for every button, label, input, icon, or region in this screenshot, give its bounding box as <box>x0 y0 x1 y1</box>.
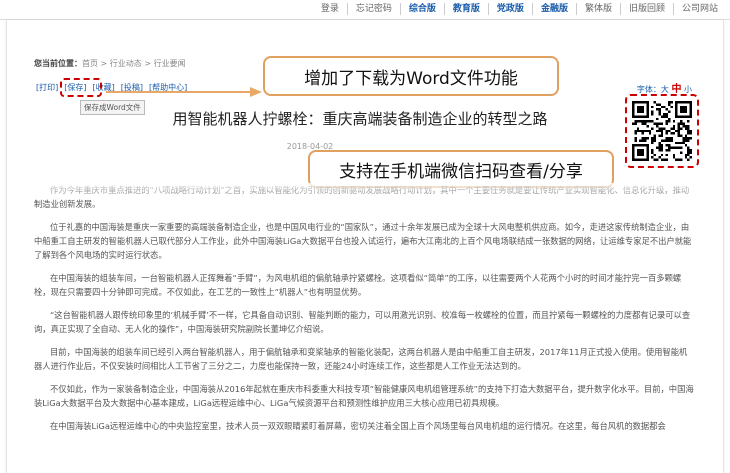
article-date: 2018-04-02 <box>286 142 334 151</box>
article-body: 作为今年重庆市重点推进的“八项战略行动计划”之首，实施以智能化为引领的创新驱动发… <box>34 183 694 442</box>
article-paragraph: 不仅如此，作为一家装备制造企业，中国海装从2016年起就在重庆市科委重大科技专项… <box>34 384 694 408</box>
callout-arrow-icon <box>106 87 262 97</box>
breadcrumb-path[interactable]: 首页 > 行业动态 > 行业要闻 <box>82 59 186 68</box>
top-nav-item[interactable]: 旧版回顾 <box>619 3 673 15</box>
breadcrumb-label: 您当前位置： <box>34 59 82 68</box>
article-paragraph: 在中国海装的组装车间，一台智能机器人正挥舞着“手臂”，为风电机组的偏航轴承拧紧螺… <box>34 273 682 297</box>
top-nav-item[interactable]: 党政版 <box>487 3 532 15</box>
top-navigation-bar: 登录 忘记密码 综合版 教育版 党政版 金融版 繁体版 旧版回顾 公司网站 <box>0 0 730 20</box>
top-nav-item[interactable]: 教育版 <box>443 3 488 15</box>
save-highlight-box <box>60 78 102 97</box>
article-title: 用智能机器人拧螺栓：重庆高端装备制造企业的转型之路 <box>172 110 548 128</box>
top-nav-item[interactable]: 公司网站 <box>672 3 726 15</box>
top-nav-links: 登录 忘记密码 综合版 教育版 党政版 金融版 繁体版 旧版回顾 公司网站 <box>313 3 726 15</box>
top-nav-item[interactable]: 金融版 <box>531 3 576 15</box>
article-paragraph: 目前，中国海装的组装车间已经引入两台智能机器人，用于偏航轴承和变桨轴承的智能化装… <box>34 347 688 371</box>
font-size-selector: 字体：大 中 小 <box>637 80 692 95</box>
top-nav-item[interactable]: 繁体版 <box>575 3 620 15</box>
qr-code-icon[interactable] <box>632 101 692 161</box>
top-nav-item[interactable]: 综合版 <box>399 3 444 15</box>
breadcrumb: 您当前位置：首页 > 行业动态 > 行业要闻 <box>34 58 186 69</box>
top-nav-item[interactable]: 登录 <box>313 3 347 15</box>
article-paragraph: 位于礼嘉的中国海装是重庆一家重要的高端装备制造企业，也是中国风电行业的“国家队”… <box>34 222 692 260</box>
article-paragraph: “这台智能机器人跟传统印象里的‘机械手臂’不一样，它具备自动识别、智能判断的能力… <box>34 310 691 334</box>
article-paragraph: 在中国海装LiGa远程运维中心的中央监控室里，技术人员一双双眼睛紧盯着屏幕，密切… <box>50 421 666 431</box>
print-link[interactable]: [打印] <box>34 82 60 93</box>
article-paragraph: 作为今年重庆市重点推进的“八项战略行动计划”之首，实施以智能化为引领的创新驱动发… <box>34 185 690 209</box>
word-feature-callout: 增加了下载为Word文件功能 <box>263 56 559 96</box>
font-size-large[interactable]: 大 <box>661 85 669 94</box>
font-size-small[interactable]: 小 <box>684 85 692 94</box>
qr-highlight-box <box>625 94 699 168</box>
top-nav-item[interactable]: 忘记密码 <box>346 3 400 15</box>
font-size-label: 字体： <box>636 85 661 94</box>
